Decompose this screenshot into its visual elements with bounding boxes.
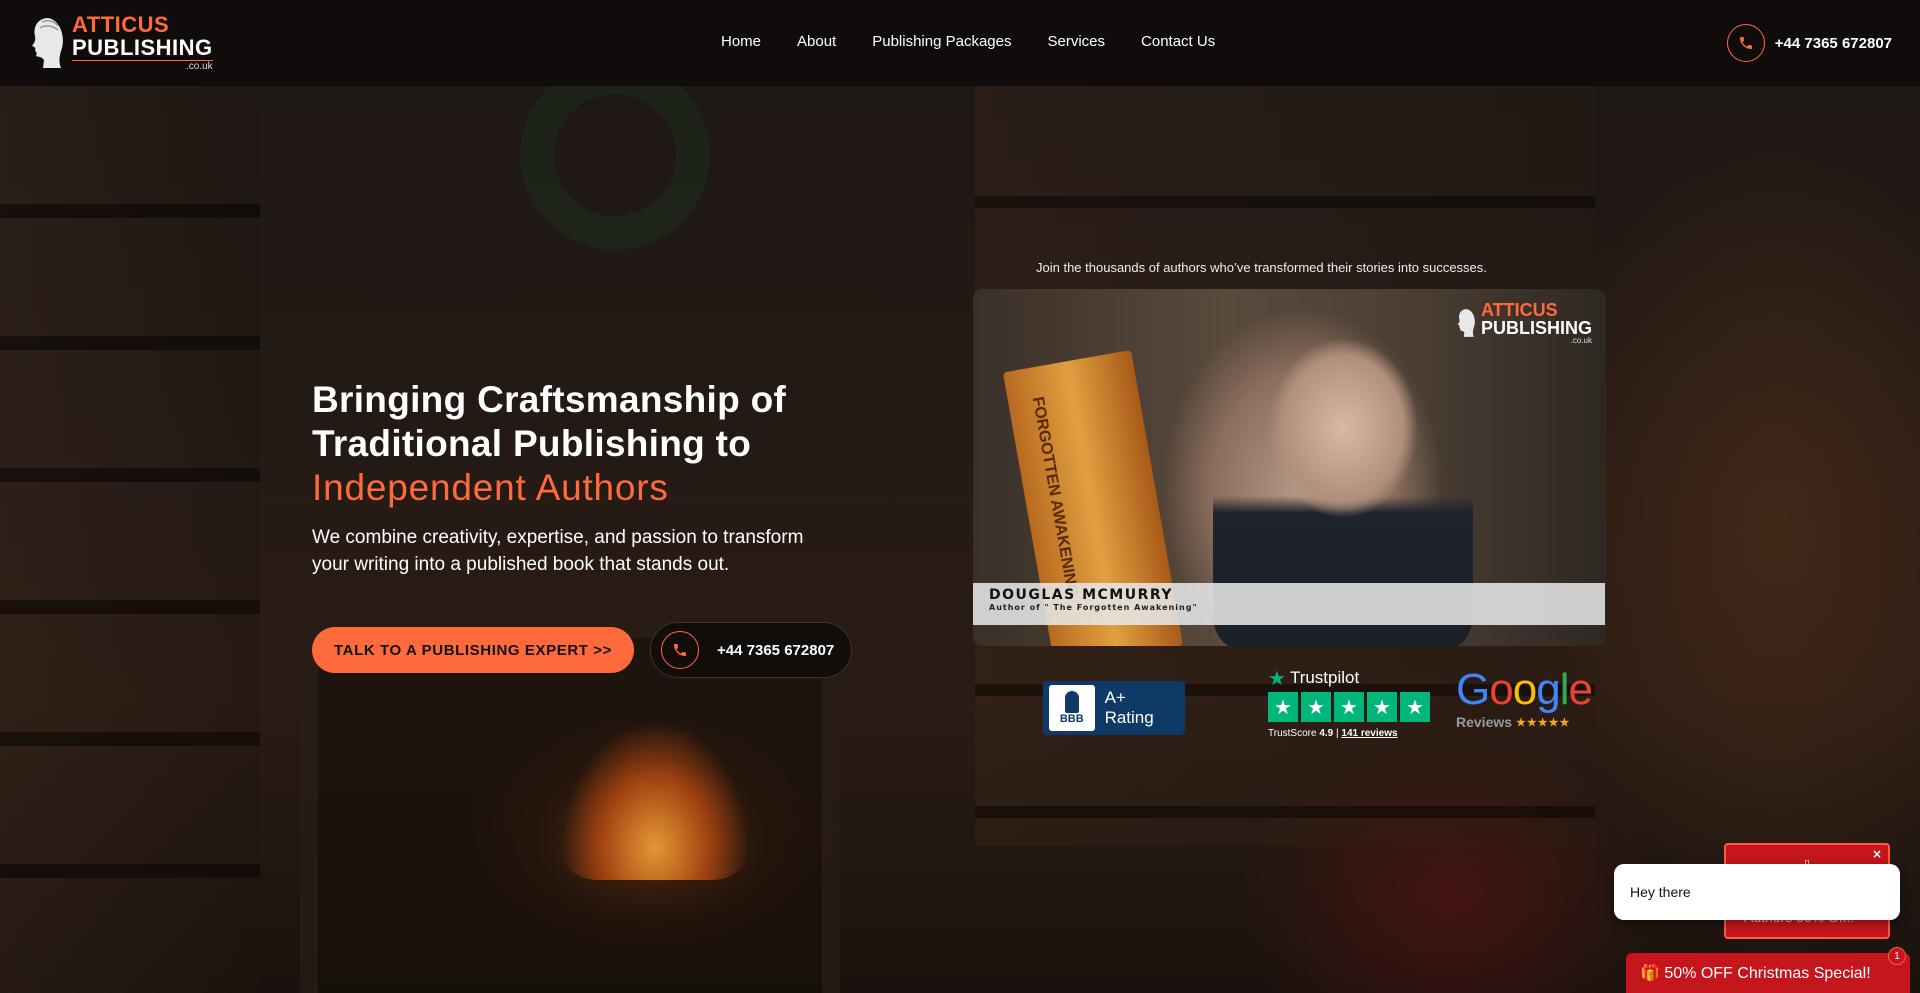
trustpilot-badge[interactable]: ★ Trustpilot ★ ★ ★ ★ ★ TrustScore 4.9 | … [1268,668,1434,739]
nav-services[interactable]: Services [1047,33,1105,50]
bbb-logo-icon: BBB [1049,685,1095,731]
video-intro-text: Join the thousands of authors who’ve tra… [1036,260,1487,275]
star-icon: ★ [1301,692,1331,722]
bbb-mark-text: BBB [1059,713,1084,725]
wreath [520,60,710,250]
fire-glow [560,720,750,880]
star-icon: ★ [1367,692,1397,722]
chat-greeting-bubble[interactable]: Hey there [1614,864,1900,920]
hero-title: Bringing Craftsmanship of Traditional Pu… [312,378,872,466]
hero-section: Bringing Craftsmanship of Traditional Pu… [312,378,872,578]
notification-badge: 1 [1888,947,1906,965]
christmas-special-text: 🎁 50% OFF Christmas Special! [1640,965,1871,982]
phone-icon [1726,24,1765,62]
site-header: ATTICUS PUBLISHING .co.uk Home About Pub… [0,0,1920,86]
bust-logo-icon [1457,309,1475,337]
star-icon: ★ [1400,692,1430,722]
logo-domain: .co.uk [72,60,213,72]
google-logo: Google [1456,665,1593,714]
hero-description: We combine creativity, expertise, and pa… [312,527,804,575]
author-name: DOUGLAS MCMURRY [989,587,1174,603]
video-logo: ATTICUS PUBLISHING .co.uk [1455,301,1592,345]
hero-title-line-2: Traditional Publishing to [312,423,752,464]
google-stars: ★★★★★ [1516,716,1571,729]
christmas-special-bar[interactable]: 🎁 50% OFF Christmas Special! 1 [1626,947,1910,993]
nav-home[interactable]: Home [721,33,761,50]
testimonial-video[interactable]: FORGOTTEN AWAKENING ATTICUS PUBLISHING .… [973,289,1606,646]
close-icon[interactable]: × [1872,847,1882,861]
author-subtitle: Author of " The Forgotten Awakening" [989,603,1198,612]
header-phone-number: +44 7365 672807 [1774,34,1892,52]
background-scene [0,0,1920,993]
google-reviews-label: Reviews [1456,714,1513,730]
video-logo-domain: .co.uk [1570,336,1592,345]
trustpilot-name: Trustpilot [1289,668,1360,687]
video-logo-line-2: PUBLISHING [1480,318,1592,338]
trustpilot-score: TrustScore 4.9 | 141 reviews [1268,728,1398,739]
trustpilot-reviews-link[interactable]: 141 reviews [1341,728,1397,739]
video-lower-third: DOUGLAS MCMURRY Author of " The Forgotte… [973,583,1605,625]
main-nav: Home About Publishing Packages Services … [721,33,1215,50]
bbb-rating-badge[interactable]: BBB A+ Rating [1043,681,1185,735]
star-icon: ★ [1268,692,1298,722]
header-phone-link[interactable]: +44 7365 672807 [1726,24,1892,62]
bust-logo-icon [32,18,63,68]
hero-title-accent: Independent Authors [312,467,669,508]
nav-contact-us[interactable]: Contact Us [1141,33,1215,50]
hero-title-line-1: Bringing Craftsmanship of [312,379,787,420]
talk-to-expert-button[interactable]: TALK TO A PUBLISHING EXPERT >> [312,627,635,673]
hero-phone-button[interactable]: +44 7365 672807 [650,622,853,678]
google-reviews-badge[interactable]: Google Reviews ★★★★★ [1456,665,1596,731]
chat-greeting-text: Hey there [1630,884,1691,900]
trustpilot-stars: ★ ★ ★ ★ ★ [1268,692,1434,722]
trustpilot-star-icon: ★ [1268,666,1286,690]
star-icon: ★ [1334,692,1364,722]
video-logo-line-1: ATTICUS [1480,300,1558,320]
logo-line-2: PUBLISHING [72,35,213,60]
book-title-text: FORGOTTEN AWAKENING [1028,395,1081,599]
site-logo[interactable]: ATTICUS PUBLISHING .co.uk [28,12,213,72]
nav-about[interactable]: About [797,33,836,50]
bookshelf-left [0,86,260,993]
hero-phone-number: +44 7365 672807 [717,641,835,659]
hero-cta-row: TALK TO A PUBLISHING EXPERT >> +44 7365 … [312,622,853,678]
logo-line-1: ATTICUS [72,12,170,37]
phone-icon [661,631,700,669]
bbb-rating-text: A+ Rating [1104,688,1154,727]
nav-publishing-packages[interactable]: Publishing Packages [872,33,1011,50]
